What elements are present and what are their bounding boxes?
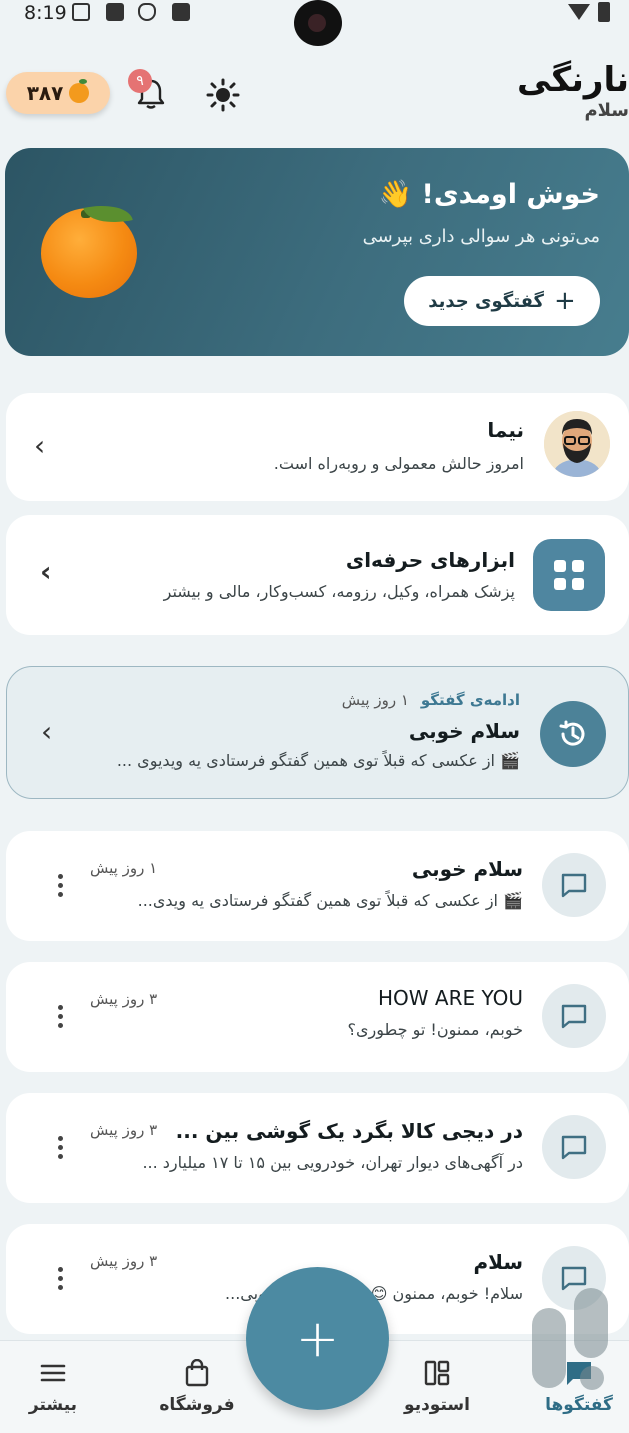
persona-name: نیما	[487, 418, 524, 442]
kebab-icon[interactable]	[57, 1136, 63, 1159]
conversation-title: سلام	[473, 1250, 523, 1274]
nav-chats-label: گفتگوها	[545, 1395, 613, 1415]
chevron-left-icon: ‹	[34, 429, 46, 462]
battery-icon	[598, 2, 610, 22]
grid-icon	[533, 539, 605, 611]
avatar	[544, 411, 610, 477]
chat-bubble-icon	[542, 1115, 606, 1179]
conversation-item[interactable]: سلام خوبی 🎬 از عکسی که قبلاً توی همین گف…	[6, 831, 629, 941]
kebab-icon[interactable]	[57, 874, 63, 897]
notification-badge: ۹	[128, 69, 152, 93]
persona-card[interactable]: نیما امروز حالش معمولی و روبه‌راه است. ‹	[6, 393, 629, 501]
continue-preview: 🎬 از عکسی که قبلاً توی همین گفتگو فرستاد…	[116, 751, 520, 770]
nav-studio-label: استودیو	[404, 1395, 470, 1415]
pro-tools-subtitle: پزشک همراه، وکیل، رزومه، کسب‌وکار، مالی …	[163, 582, 515, 601]
new-chat-fab[interactable]: +	[246, 1267, 389, 1410]
nav-more[interactable]: بیشتر	[8, 1359, 98, 1415]
conversation-title: HOW ARE YOU	[378, 986, 523, 1010]
conversation-time: ۳ روز پیش	[90, 1252, 158, 1270]
sun-icon[interactable]	[206, 78, 240, 112]
greeting: سلام	[584, 100, 629, 121]
shopping-bag-icon	[185, 1359, 209, 1387]
welcome-title: خوش اومدی! 👋	[378, 179, 600, 210]
conversation-preview: 🎬 از عکسی که قبلاً توی همین گفتگو فرستاد…	[137, 891, 523, 910]
kebab-icon[interactable]	[57, 1005, 63, 1028]
menu-icon	[40, 1364, 66, 1382]
coin-balance-value: ۳۸۷	[26, 81, 64, 105]
chevron-left-icon: ‹	[40, 555, 52, 588]
dashboard-icon	[424, 1360, 450, 1386]
camera-cutout	[294, 0, 342, 46]
tangerine-icon	[69, 79, 90, 103]
conversation-preview: خوبم، ممنون! تو چطوری؟	[347, 1020, 524, 1039]
conversation-time: ۱ روز پیش	[90, 859, 158, 877]
conversation-title: سلام خوبی	[411, 857, 523, 881]
coin-balance-pill[interactable]: ۳۸۷	[6, 72, 110, 114]
new-chat-button[interactable]: + گفتگوی جدید	[404, 276, 600, 326]
pro-tools-card[interactable]: ابزارهای حرفه‌ای پزشک همراه، وکیل، رزومه…	[6, 515, 629, 635]
continue-label: ادامه‌ی گفتگو	[420, 691, 520, 709]
status-bar: 8:19	[0, 0, 629, 46]
nav-studio[interactable]: استودیو	[392, 1359, 482, 1415]
conversation-preview: در آگهی‌های دیوار تهران، خودرویی بین ۱۵ …	[142, 1153, 523, 1172]
play-protect-icon	[138, 3, 156, 21]
conversation-time: ۳ روز پیش	[90, 990, 158, 1008]
continue-title: سلام خوبی	[408, 719, 520, 743]
nav-shop[interactable]: فروشگاه	[152, 1359, 242, 1415]
welcome-subtitle: می‌تونی هر سوالی داری بپرسی	[362, 226, 600, 247]
conversation-time: ۳ روز پیش	[90, 1121, 158, 1139]
nav-more-label: بیشتر	[28, 1395, 78, 1415]
continue-time: ۱ روز پیش	[341, 691, 409, 709]
continue-meta: ادامه‌ی گفتگو ۱ روز پیش	[342, 691, 520, 709]
conversation-item[interactable]: در دیجی کالا بگرد یک گوشی بین ... در آگه…	[6, 1093, 629, 1203]
chevron-left-icon: ‹	[41, 715, 53, 748]
kebab-icon[interactable]	[57, 1267, 63, 1290]
shield-icon	[72, 3, 90, 21]
wifi-icon	[568, 4, 590, 20]
persona-status: امروز حالش معمولی و روبه‌راه است.	[273, 454, 524, 473]
plus-icon: +	[554, 286, 576, 316]
sd-card-icon	[172, 3, 190, 21]
chat-bubble-icon	[542, 853, 606, 917]
welcome-banner: خوش اومدی! 👋 می‌تونی هر سوالی داری بپرسی…	[5, 148, 629, 356]
continue-conversation-card[interactable]: ادامه‌ی گفتگو ۱ روز پیش سلام خوبی 🎬 از ع…	[6, 666, 629, 799]
plus-icon: +	[295, 1308, 340, 1369]
app-title: نارنگی	[516, 60, 629, 100]
new-chat-label: گفتگوی جدید	[428, 290, 545, 312]
chat-bubble-icon	[542, 984, 606, 1048]
pro-tools-title: ابزارهای حرفه‌ای	[345, 548, 515, 572]
conversation-item[interactable]: HOW ARE YOU خوبم، ممنون! تو چطوری؟ ۳ روز…	[6, 962, 629, 1072]
nav-shop-label: فروشگاه	[159, 1395, 235, 1415]
a-badge-icon	[106, 3, 124, 21]
history-icon[interactable]	[540, 701, 606, 767]
store-watermark-logo	[532, 1288, 608, 1390]
conversation-title: در دیجی کالا بگرد یک گوشی بین ...	[175, 1119, 523, 1143]
status-time: 8:19	[24, 2, 67, 24]
